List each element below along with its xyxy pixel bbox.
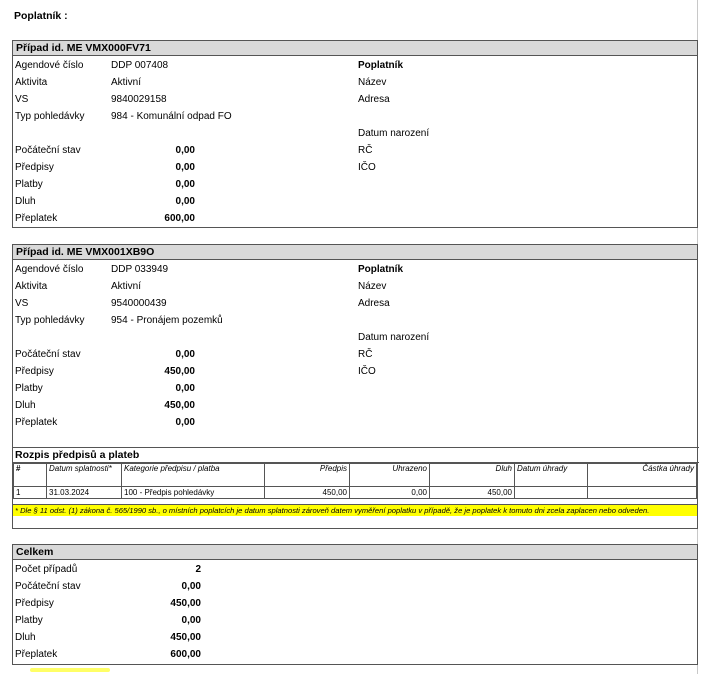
payer-section-heading: Poplatník <box>358 60 404 71</box>
claim-type-label: Typ pohledávky <box>15 111 85 122</box>
payer-rc-label: RČ <box>358 349 373 360</box>
overpayment-value: 600,00 <box>170 649 201 660</box>
cell-debt: 450,00 <box>429 486 515 499</box>
payer-rc-label: RČ <box>358 145 373 156</box>
vs-value: 9840029158 <box>111 94 167 105</box>
due-date-footnote: * Dle § 11 odst. (1) zákona č. 565/1990 … <box>13 504 697 516</box>
schedule-table: # Datum splatnosti* Kategorie předpisu /… <box>13 463 697 499</box>
case-title: Případ id. ME VMX000FV71 <box>13 41 697 56</box>
debt-label: Dluh <box>15 400 36 411</box>
cell-prescription: 450,00 <box>264 486 350 499</box>
vs-label: VS <box>15 94 29 105</box>
overpayment-label: Přeplatek <box>15 417 58 428</box>
cell-payment-amount <box>587 486 697 499</box>
payer-address-label: Adresa <box>358 298 390 309</box>
activity-label: Aktivita <box>15 77 48 88</box>
debt-label: Dluh <box>15 196 36 207</box>
initial-balance-value: 0,00 <box>181 581 201 592</box>
total-section: Celkem Počet případů 2 Počáteční stav 0,… <box>12 544 698 665</box>
total-title: Celkem <box>13 545 697 560</box>
payer-heading: Poplatník : <box>14 10 68 22</box>
payer-birth-label: Datum narození <box>358 332 430 343</box>
col-paid: Uhrazeno <box>349 463 430 487</box>
agenda-number-value: DDP 033949 <box>111 264 169 275</box>
initial-balance-label: Počáteční stav <box>15 349 81 360</box>
payments-value: 0,00 <box>175 179 195 190</box>
payer-address-label: Adresa <box>358 94 390 105</box>
schedule-title: Rozpis předpisů a plateb <box>13 447 699 463</box>
case-section-2: Případ id. ME VMX001XB9O Agendové číslo … <box>12 244 699 529</box>
prescriptions-value: 450,00 <box>170 598 201 609</box>
agenda-number-label: Agendové číslo <box>15 60 84 71</box>
agenda-number-label: Agendové číslo <box>15 264 84 275</box>
claim-type-value: 984 - Komunální odpad FO <box>111 111 232 122</box>
col-payment-date: Datum úhrady <box>514 463 588 487</box>
schedule-header-row: # Datum splatnosti* Kategorie předpisu /… <box>13 463 697 487</box>
overpayment-value: 0,00 <box>175 417 195 428</box>
debt-value: 450,00 <box>164 400 195 411</box>
debt-value: 450,00 <box>170 632 201 643</box>
col-due-date: Datum splatnosti* <box>46 463 122 487</box>
debt-value: 0,00 <box>175 196 195 207</box>
prescriptions-value: 0,00 <box>175 162 195 173</box>
highlight-mark <box>30 668 110 672</box>
cell-payment-date <box>514 486 588 499</box>
activity-label: Aktivita <box>15 281 48 292</box>
initial-balance-value: 0,00 <box>175 349 195 360</box>
payments-label: Platby <box>15 179 43 190</box>
col-index: # <box>13 463 47 487</box>
payer-name-label: Název <box>358 281 387 292</box>
prescriptions-label: Předpisy <box>15 162 54 173</box>
col-prescription: Předpis <box>264 463 350 487</box>
agenda-number-value: DDP 007408 <box>111 60 169 71</box>
payments-value: 0,00 <box>181 615 201 626</box>
payer-ico-label: IČO <box>358 162 376 173</box>
case-count-label: Počet případů <box>15 564 78 575</box>
payments-value: 0,00 <box>175 383 195 394</box>
case-title: Případ id. ME VMX001XB9O <box>13 245 697 260</box>
initial-balance-value: 0,00 <box>175 145 195 156</box>
col-category: Kategorie předpisu / platba <box>121 463 265 487</box>
vs-label: VS <box>15 298 29 309</box>
overpayment-value: 600,00 <box>164 213 195 224</box>
claim-type-value: 954 - Pronájem pozemků <box>111 315 223 326</box>
payer-birth-label: Datum narození <box>358 128 430 139</box>
prescriptions-label: Předpisy <box>15 366 54 377</box>
claim-type-label: Typ pohledávky <box>15 315 85 326</box>
initial-balance-label: Počáteční stav <box>15 145 81 156</box>
payer-section-heading: Poplatník <box>358 264 404 275</box>
prescriptions-value: 450,00 <box>164 366 195 377</box>
col-debt: Dluh <box>429 463 515 487</box>
activity-value: Aktivní <box>111 281 142 292</box>
payer-name-label: Název <box>358 77 387 88</box>
overpayment-label: Přeplatek <box>15 213 58 224</box>
vs-value: 9540000439 <box>111 298 167 309</box>
cell-paid: 0,00 <box>349 486 430 499</box>
payer-ico-label: IČO <box>358 366 376 377</box>
col-payment-amount: Částka úhrady <box>587 463 697 487</box>
initial-balance-label: Počáteční stav <box>15 581 81 592</box>
debt-label: Dluh <box>15 632 36 643</box>
payments-label: Platby <box>15 383 43 394</box>
cell-category: 100 - Předpis pohledávky <box>121 486 265 499</box>
activity-value: Aktivní <box>111 77 142 88</box>
cell-index: 1 <box>13 486 47 499</box>
payments-label: Platby <box>15 615 43 626</box>
table-row: 1 31.03.2024 100 - Předpis pohledávky 45… <box>13 486 697 499</box>
cell-due-date: 31.03.2024 <box>46 486 122 499</box>
prescriptions-label: Předpisy <box>15 598 54 609</box>
case-section-1: Případ id. ME VMX000FV71 Agendové číslo … <box>12 40 698 228</box>
overpayment-label: Přeplatek <box>15 649 58 660</box>
case-count-value: 2 <box>195 564 201 575</box>
